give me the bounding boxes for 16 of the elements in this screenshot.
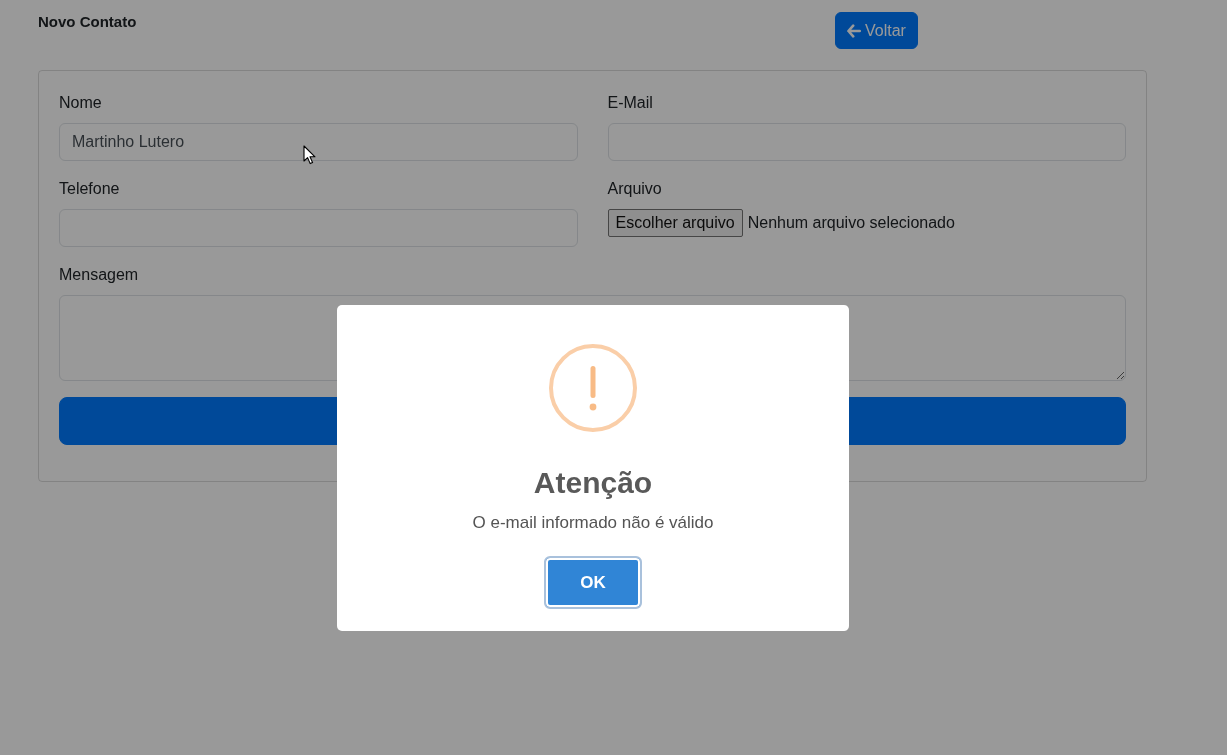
field-label: Arquivo: [607, 179, 663, 199]
back-button[interactable]: Voltar: [835, 12, 918, 49]
warning-icon: [549, 344, 637, 432]
ok-button[interactable]: OK: [544, 556, 642, 609]
choose-file-button[interactable]: Escolher arquivo: [607, 209, 743, 237]
field-label: Nome: [59, 93, 103, 113]
field-label: Mensagem: [59, 265, 140, 285]
field-label: Telefone: [59, 179, 121, 199]
input-field[interactable]: Martinho Lutero: [59, 123, 578, 161]
arrow-left-icon: [847, 23, 861, 38]
alert-message: O e-mail informado não é válido: [471, 512, 715, 534]
file-status-text: Nenhum arquivo selecionado: [747, 213, 955, 233]
field-label: E-Mail: [607, 93, 654, 113]
alert-title: Atenção: [532, 465, 654, 501]
mouse-pointer-icon: [303, 145, 316, 165]
page-title: Novo Contato: [38, 12, 138, 31]
